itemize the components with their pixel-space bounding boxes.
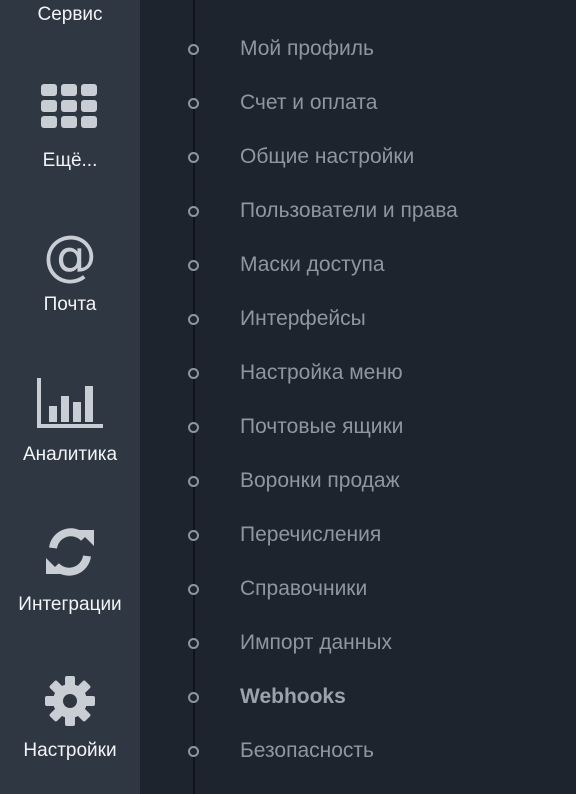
menu-item-interfaces[interactable]: Интерфейсы — [140, 305, 576, 335]
sidebar-item-analytics[interactable]: Аналитика — [0, 378, 140, 466]
sidebar-item-integrations[interactable]: Интеграции — [0, 526, 140, 616]
bullet-icon — [188, 98, 199, 109]
sidebar-item-more[interactable]: Ещё... — [0, 84, 140, 172]
sidebar-item-label: Почта — [43, 294, 97, 315]
bullet-icon — [188, 530, 199, 541]
sidebar-item-settings[interactable]: Настройки — [0, 676, 140, 762]
settings-submenu: Мой профиль Счет и оплата Общие настройк… — [140, 0, 576, 794]
sidebar-item-label: Ещё... — [42, 150, 98, 171]
bullet-icon — [188, 692, 199, 703]
menu-item-label: Импорт данных — [240, 631, 392, 654]
app-window: Сервис Ещё... @ Почта Аналитика Интеграц… — [0, 0, 576, 794]
menu-item-label: Безопасность — [240, 739, 374, 762]
menu-item-directories[interactable]: Справочники — [140, 575, 576, 605]
menu-item-menu-settings[interactable]: Настройка меню — [140, 359, 576, 389]
bullet-icon — [188, 422, 199, 433]
menu-item-webhooks[interactable]: Webhooks — [140, 683, 576, 713]
sidebar-item-label: Настройки — [23, 740, 117, 761]
menu-item-users-rights[interactable]: Пользователи и права — [140, 197, 576, 227]
sidebar-item-service[interactable]: Сервис — [0, 4, 140, 26]
menu-item-sales-funnels[interactable]: Воронки продаж — [140, 467, 576, 497]
sidebar-item-label: Аналитика — [22, 444, 118, 465]
menu-item-mailboxes[interactable]: Почтовые ящики — [140, 413, 576, 443]
menu-item-general-settings[interactable]: Общие настройки — [140, 143, 576, 173]
bullet-icon — [188, 260, 199, 271]
menu-item-label: Мой профиль — [240, 37, 374, 60]
sidebar-item-label: Сервис — [37, 4, 103, 25]
bullet-icon — [188, 584, 199, 595]
sync-icon — [44, 526, 96, 578]
menu-item-data-import[interactable]: Импорт данных — [140, 629, 576, 659]
bullet-icon — [188, 638, 199, 649]
at-icon: @ — [43, 224, 97, 287]
sidebar-item-label: Интеграции — [18, 594, 122, 615]
menu-item-security[interactable]: Безопасность — [140, 737, 576, 767]
main-sidebar: Сервис Ещё... @ Почта Аналитика Интеграц… — [0, 0, 140, 794]
menu-item-label: Webhooks — [240, 685, 346, 708]
grid-icon — [41, 84, 99, 130]
menu-item-label: Справочники — [240, 577, 368, 600]
menu-item-label: Почтовые ящики — [240, 415, 404, 438]
bullet-icon — [188, 314, 199, 325]
menu-item-billing[interactable]: Счет и оплата — [140, 89, 576, 119]
menu-item-label: Общие настройки — [240, 145, 415, 168]
menu-item-label: Перечисления — [240, 523, 382, 546]
gear-icon — [45, 676, 95, 726]
menu-item-label: Пользователи и права — [240, 199, 458, 222]
menu-item-label: Воронки продаж — [240, 469, 400, 492]
bullet-icon — [188, 152, 199, 163]
bullet-icon — [188, 368, 199, 379]
bullet-icon — [188, 746, 199, 757]
menu-item-label: Настройка меню — [240, 361, 403, 384]
bullet-icon — [188, 44, 199, 55]
menu-timeline-line — [193, 0, 195, 794]
menu-item-access-masks[interactable]: Маски доступа — [140, 251, 576, 281]
menu-item-label: Счет и оплата — [240, 91, 378, 114]
menu-item-my-profile[interactable]: Мой профиль — [140, 35, 576, 65]
bar-chart-icon — [37, 378, 103, 428]
menu-item-label: Маски доступа — [240, 253, 385, 276]
bullet-icon — [188, 476, 199, 487]
menu-item-label: Интерфейсы — [240, 307, 366, 330]
bullet-icon — [188, 206, 199, 217]
sidebar-item-mail[interactable]: @ Почта — [0, 228, 140, 316]
menu-item-enumerations[interactable]: Перечисления — [140, 521, 576, 551]
